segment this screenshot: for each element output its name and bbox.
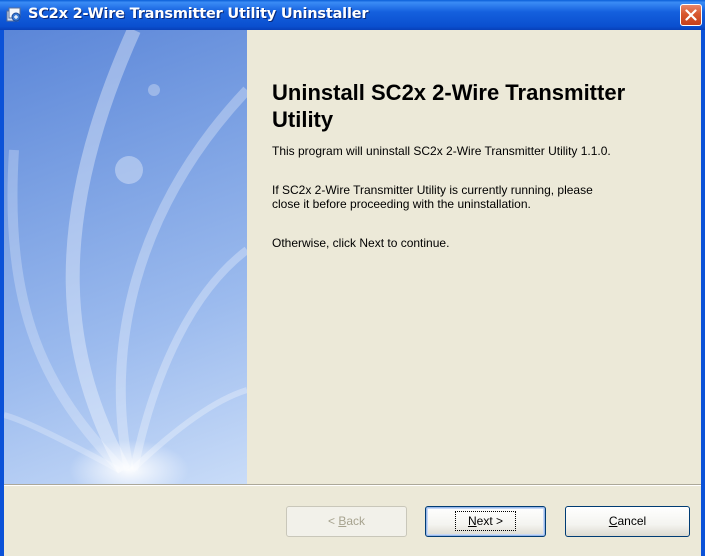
installer-app-icon[interactable]	[6, 7, 22, 23]
intro-text: This program will uninstall SC2x 2-Wire …	[272, 144, 611, 158]
running-warning-text: If SC2x 2-Wire Transmitter Utility is cu…	[272, 183, 593, 211]
continue-instruction-text: Otherwise, click Next to continue.	[272, 236, 450, 250]
back-button[interactable]: < Back	[286, 506, 407, 537]
window-title: SC2x 2-Wire Transmitter Utility Uninstal…	[28, 6, 369, 22]
next-button[interactable]: Next >	[425, 506, 546, 537]
close-icon	[685, 9, 697, 21]
close-button[interactable]	[680, 4, 702, 26]
next-focus-rect: Next >	[454, 511, 517, 531]
page-heading: Uninstall SC2x 2-Wire Transmitter Utilit…	[272, 80, 626, 132]
title-bar[interactable]: SC2x 2-Wire Transmitter Utility Uninstal…	[0, 0, 705, 30]
button-bar-separator	[4, 484, 701, 486]
window-frame-right	[701, 30, 705, 556]
banner-swirl-graphic	[4, 30, 247, 484]
uninstaller-window: SC2x 2-Wire Transmitter Utility Uninstal…	[0, 0, 705, 556]
wizard-side-banner	[4, 30, 247, 484]
cancel-button[interactable]: Cancel	[565, 506, 690, 537]
